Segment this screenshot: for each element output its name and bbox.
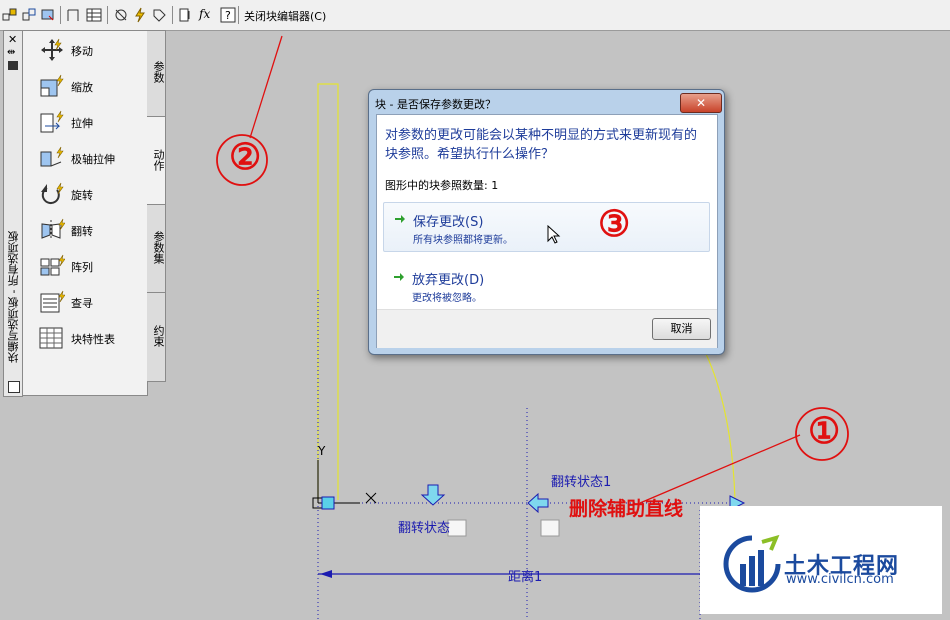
palette-item-label: 缩放 [71,81,93,94]
option-title: 保存更改(S) [413,215,484,230]
tab-actions[interactable]: 动作 [147,116,166,206]
scale-icon [40,74,64,97]
dialog-message: 对参数的更改可能会以某种不明显的方式来更新现有的块参照。希望执行什么操作？ [385,128,698,162]
auto-hide-icon[interactable]: ⇹ [7,47,15,58]
palette-item-rotate[interactable]: 旋转 [39,179,145,209]
annotation-number-2: ② [229,136,262,178]
green-arrow-icon [394,273,404,281]
table-icon[interactable] [86,7,102,23]
palette-item-stretch[interactable]: 拉伸 [39,107,145,137]
dialog-title: 块 - 是否保存参数更改？ [375,98,496,111]
attribute-icon[interactable] [151,7,167,23]
palette-title-strip[interactable]: ✕ ⇹ 块编写选项板 - 所有选项板 [3,30,23,397]
palette-menu-icon[interactable] [8,381,20,393]
properties-icon[interactable] [8,61,18,70]
annotation-number-3: ③ [598,203,631,245]
palette-title: 块编写选项板 - 所有选项板 [7,231,20,363]
watermark: 土木工程网 www.civilcn.com [700,506,942,614]
palette-item-label: 拉伸 [71,117,93,130]
help-icon[interactable]: ? [220,7,236,23]
palette-actions-panel: 移动 缩放 拉伸 极轴拉伸 旋转 翻转 阵列 查寻 块特性表 [22,30,148,396]
test-block-icon[interactable] [66,7,82,23]
block-table-icon [39,327,63,349]
palette-item-label: 旋转 [71,189,93,202]
palette-item-move[interactable]: 移动 [39,35,145,65]
palette-item-polar-stretch[interactable]: 极轴拉伸 [39,143,145,173]
tab-constraints[interactable]: 约束 [147,292,166,382]
flip-state-label: 翻转状态 [398,521,451,536]
discard-changes-option[interactable]: 放弃更改(D) 更改将被忽略。 [383,261,708,309]
aux-line-yellow [317,83,339,500]
flip-icon [41,218,65,240]
palette-item-label: 翻转 [71,225,93,238]
rotate-icon [41,182,64,205]
aux-arc-yellow [705,353,736,501]
dialog-footer: 取消 [377,309,717,348]
cancel-button[interactable]: 取消 [652,318,711,340]
palette-item-array[interactable]: 阵列 [39,251,145,281]
block-editor-toolbar: fx ? 关闭块编辑器(C) [0,0,950,31]
green-arrow-icon [395,215,405,223]
option-title: 放弃更改(D) [412,273,485,288]
array-icon [40,254,65,276]
flip-action-icon [540,519,560,537]
palette-item-label: 阵列 [71,261,93,274]
palette-item-label: 移动 [71,45,93,58]
close-icon[interactable]: ✕ [8,33,17,46]
tab-parameter-sets[interactable]: 参数集 [147,204,166,294]
authoring-palette-icon[interactable] [178,7,194,23]
palette-item-flip[interactable]: 翻转 [39,215,145,245]
option-subtitle: 更改将被忽略。 [412,293,482,304]
ucs-y-axis-label: Y [318,444,326,458]
lightning-action-icon[interactable] [132,7,148,23]
palette-item-block-table[interactable]: 块特性表 [39,323,145,353]
close-block-editor-button[interactable]: 关闭块编辑器(C) [244,8,326,24]
flip-state-label: 翻转状态1 [551,475,612,490]
flip-grip-down [420,484,446,506]
lookup-icon [40,290,65,313]
mouse-cursor-icon [547,225,561,244]
watermark-url: www.civilcn.com [786,572,894,587]
palette-item-label: 极轴拉伸 [71,153,115,166]
palette-item-label: 块特性表 [71,333,115,346]
edit-block-icon[interactable] [2,7,18,23]
fx-icon[interactable]: fx [199,7,215,23]
flip-grip-left [527,492,549,514]
dialog-close-button[interactable]: ✕ [680,93,722,113]
close-icon: ✕ [695,96,707,110]
save-parameter-changes-dialog: 块 - 是否保存参数更改？ ✕ 对参数的更改可能会以某种不明显的方式来更新现有的… [368,89,725,355]
svg-text:?: ? [225,9,231,22]
palette-item-scale[interactable]: 缩放 [39,71,145,101]
flip-action-icon [447,519,467,537]
civilcn-logo-icon [723,534,781,593]
tab-parameters[interactable]: 参数 [147,30,166,118]
polar-stretch-icon [40,146,64,167]
save-block-icon[interactable] [21,7,37,23]
stretch-icon [40,110,64,133]
auto-constrain-icon[interactable] [113,7,129,23]
move-icon [41,38,63,61]
option-subtitle: 所有块参照都将更新。 [413,235,513,246]
palette-item-lookup[interactable]: 查寻 [39,287,145,317]
annotation-number-1: ① [808,410,841,452]
palette-item-label: 查寻 [71,297,93,310]
block-ref-count: 图形中的块参照数量: 1 [385,179,499,192]
distance-label: 距离1 [508,570,543,585]
delete-aux-line-note: 删除辅助直线 [569,498,684,520]
save-block-as-icon[interactable] [40,7,56,23]
